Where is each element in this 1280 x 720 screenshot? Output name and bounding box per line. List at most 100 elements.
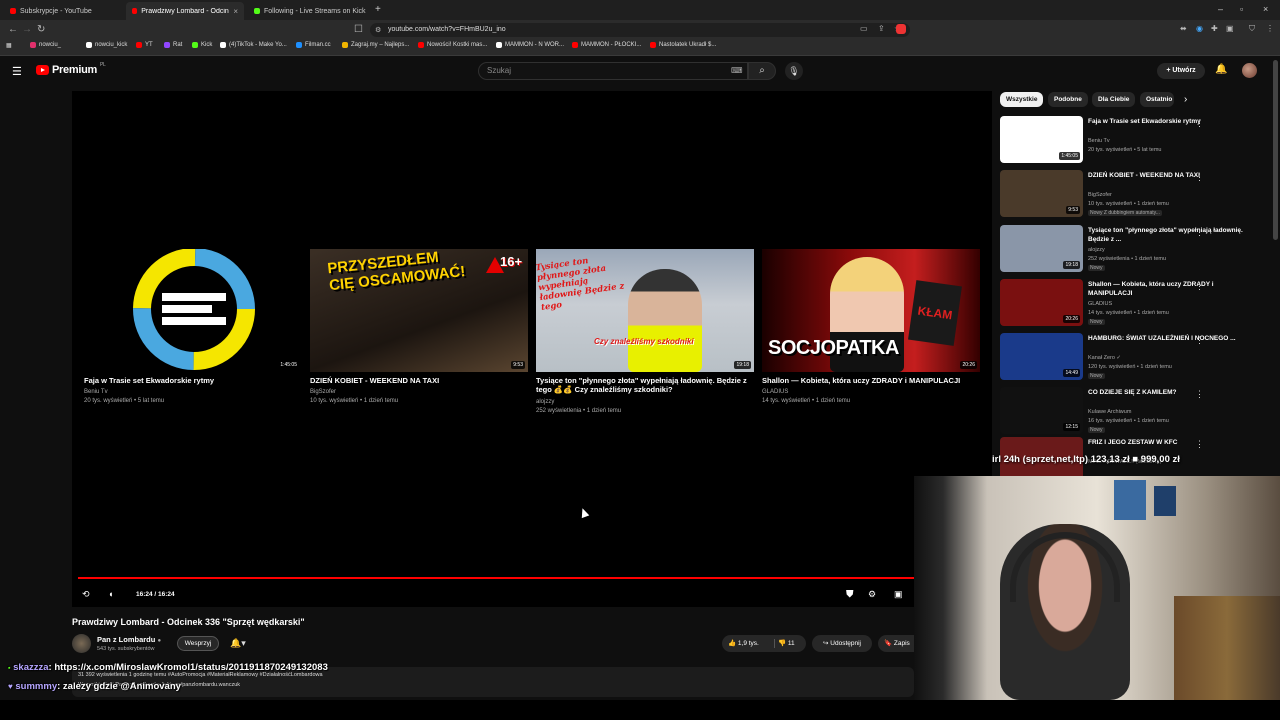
extensions-icon[interactable]: ⬌ (1180, 24, 1187, 33)
end-card-channel[interactable]: Beniu Tv (84, 388, 108, 397)
cast-icon[interactable]: ▭ (860, 24, 868, 33)
bookmark-item[interactable]: Nowości! Kostki mas... (418, 42, 487, 48)
sidebar-thumbnail[interactable]: 12:15 (1000, 387, 1083, 434)
sidebar-video-title[interactable]: Tysiące ton "płynnego złota" wypełniają … (1088, 227, 1248, 244)
shield-icon[interactable]: ⛉ (1249, 24, 1255, 34)
sidebar-icon[interactable]: ▣ (1226, 24, 1234, 33)
maximize-icon[interactable]: ▫ (1240, 4, 1243, 14)
settings-gear-icon[interactable]: ⚙ (868, 589, 876, 600)
sidebar-video-title[interactable]: DZIEŃ KOBIET - WEEKEND NA TAXI (1088, 172, 1248, 181)
replay-icon[interactable]: ⟲ (82, 589, 90, 600)
sidebar-thumbnail[interactable]: 19:18 (1000, 225, 1083, 272)
more-options-icon[interactable]: ⋮ (1195, 439, 1204, 450)
end-card-thumbnail-4[interactable]: KŁAM SOCJOPATKA 20:26 (762, 249, 980, 372)
keyboard-icon[interactable]: ⌨ (731, 66, 743, 75)
scrollbar[interactable] (1273, 60, 1278, 240)
end-card-channel[interactable]: GLADIUS (762, 388, 788, 397)
end-card-thumbnail-2[interactable]: PRZYSZEDŁEM CIĘ OSCAMOWAĆ! 16+ 9:53 (310, 249, 528, 372)
minimize-icon[interactable]: – (1218, 4, 1223, 14)
hamburger-menu-icon[interactable]: ☰ (12, 65, 22, 78)
youtube-premium-logo[interactable]: Premium PL (36, 62, 106, 76)
chip-recent[interactable]: Ostatnio (1140, 92, 1174, 107)
chip-similar[interactable]: Podobne (1048, 92, 1088, 107)
more-options-icon[interactable]: ⋮ (1195, 335, 1204, 346)
more-options-icon[interactable]: ⋮ (1195, 389, 1204, 400)
back-icon[interactable]: ← (8, 24, 18, 35)
close-window-icon[interactable]: × (1263, 4, 1268, 14)
extension-icon[interactable]: ◉ (1196, 24, 1203, 33)
menu-dots-icon[interactable]: ⋮ (1266, 24, 1274, 33)
voice-search-button[interactable]: 🎙 (785, 62, 803, 80)
bookmark-item[interactable]: nowciu_ (30, 42, 61, 48)
sidebar-video-title[interactable]: CO DZIEJE SIĘ Z KAMILEM? (1088, 389, 1248, 398)
chip-all[interactable]: Wszystkie (1000, 92, 1044, 107)
share-page-icon[interactable]: ⇪ (878, 24, 885, 33)
end-card-title[interactable]: DZIEŃ KOBIET - WEEKEND NA TAXI (310, 376, 528, 385)
end-card-channel[interactable]: BigSzofer (310, 388, 336, 397)
sidebar-channel[interactable]: alojzzy (1088, 247, 1105, 253)
end-card-channel[interactable]: alojzzy (536, 398, 554, 407)
sidebar-channel[interactable]: GLADIUS (1088, 301, 1112, 307)
support-button[interactable]: Wesprzyj (177, 636, 219, 651)
search-button[interactable]: ⌕ (748, 62, 776, 80)
bookmark-item[interactable]: MAMMON - PŁOCKI... (572, 42, 641, 48)
end-card-title[interactable]: Tysiące ton "płynnego złota" wypełniają … (536, 376, 754, 394)
bookmark-item[interactable]: Filman.cc (296, 42, 331, 48)
chip-for-you[interactable]: Dla Ciebie (1092, 92, 1136, 107)
save-button[interactable]: 🔖 Zapis (878, 635, 918, 652)
bookmark-label: YT (145, 42, 153, 48)
bookmark-item[interactable]: YT (136, 42, 153, 48)
progress-bar[interactable] (78, 577, 914, 579)
bookmark-item[interactable]: MAMMON - N WOR... (496, 42, 564, 48)
notifications-bell-icon[interactable]: 🔔 (1215, 64, 1227, 75)
like-button[interactable]: 👍 1,9 tys. (728, 635, 759, 652)
sidebar-video-title[interactable]: FRIZ I JEGO ZESTAW W KFC (1088, 439, 1248, 448)
account-avatar[interactable] (1242, 63, 1257, 78)
end-card-thumbnail-1[interactable]: 1:45:05 (84, 249, 302, 372)
subscription-bell-icon[interactable]: 🔔▾ (230, 638, 246, 649)
end-card-title[interactable]: Faja w Trasie set Ekwadorskie rytmy (84, 376, 302, 385)
sidebar-thumbnail[interactable]: 9:53 (1000, 170, 1083, 217)
search-input[interactable]: Szukaj (478, 62, 748, 80)
sidebar-channel[interactable]: Kulawe Archiwum (1088, 409, 1131, 415)
puzzle-icon[interactable]: ✚ (1211, 24, 1218, 33)
miniplayer-icon[interactable]: ▣ (894, 589, 903, 600)
bookmark-item[interactable]: Nastolatek Ukradł $... (650, 42, 716, 48)
channel-name[interactable]: Pan z Lombardu ● (97, 635, 161, 644)
bookmark-item[interactable]: nowciu_kick (86, 42, 127, 48)
bookmark-item[interactable]: Zagraj.my – Najleps... (342, 42, 409, 48)
end-card-thumbnail-3[interactable]: Tysiące ton płynnego złota wypełniają ła… (536, 249, 754, 372)
share-button[interactable]: ↪ Udostępnij (812, 635, 872, 652)
sidebar-video[interactable]: 1:45:05 Faja w Trasie set Ekwadorskie ryt… (1000, 116, 1260, 164)
more-options-icon[interactable]: ⋮ (1195, 118, 1204, 129)
sidebar-video[interactable]: 14:49 HAMBURG: ŚWIAT UZALEŻNIEŃ I NOCNEGO… (1000, 333, 1260, 381)
end-card-title[interactable]: Shallon — Kobieta, która uczy ZDRADY i M… (762, 376, 980, 385)
sidebar-video[interactable]: 12:15 CO DZIEJE SIĘ Z KAMILEM? Kulawe Arch… (1000, 387, 1260, 435)
sidebar-channel[interactable]: Kanał Zero ✓ (1088, 355, 1121, 361)
sidebar-video-title[interactable]: HAMBURG: ŚWIAT UZALEŻNIEŃ I NOCNEGO ... (1088, 335, 1248, 344)
sidebar-video[interactable]: 19:18 Tysiące ton "płynnego złota" wypełn… (1000, 225, 1260, 273)
channel-avatar[interactable] (72, 634, 91, 653)
sponsorblock-icon[interactable]: ⛊ (846, 589, 854, 600)
sidebar-channel[interactable]: BigSzofer (1088, 192, 1112, 198)
chevron-right-icon[interactable]: › (1184, 94, 1187, 105)
more-options-icon[interactable]: ⋮ (1195, 227, 1204, 238)
sidebar-thumbnail[interactable]: 14:49 (1000, 333, 1083, 380)
bookmark-item[interactable]: Rat (164, 42, 182, 48)
sidebar-video[interactable]: 20:26 Shallon — Kobieta, która uczy ZDRAD… (1000, 279, 1260, 327)
dislike-button[interactable]: 👎 11 (778, 635, 795, 652)
create-button[interactable]: + Utwórz (1157, 63, 1205, 79)
more-options-icon[interactable]: ⋮ (1195, 281, 1204, 292)
sidebar-video[interactable]: 9:53 DZIEŃ KOBIET - WEEKEND NA TAXI BigSzo… (1000, 170, 1260, 218)
bookmark-item[interactable]: Kick (192, 42, 212, 48)
sidebar-video-title[interactable]: Shallon — Kobieta, która uczy ZDRADY i M… (1088, 281, 1248, 298)
apps-grid-icon[interactable]: ▦ (6, 42, 12, 49)
sidebar-channel[interactable]: Beniu Tv (1088, 138, 1110, 144)
sidebar-video-title[interactable]: Faja w Trasie set Ekwadorskie rytmy (1088, 118, 1248, 127)
sidebar-thumbnail[interactable]: 20:26 (1000, 279, 1083, 326)
bookmark-item[interactable]: (4)TikTok - Make Yo... (220, 42, 287, 48)
sidebar-thumbnail[interactable]: 1:45:05 (1000, 116, 1083, 163)
more-options-icon[interactable]: ⋮ (1195, 172, 1204, 183)
volume-icon[interactable]: ◖ (108, 589, 113, 599)
extension-badge-icon[interactable] (896, 24, 906, 34)
